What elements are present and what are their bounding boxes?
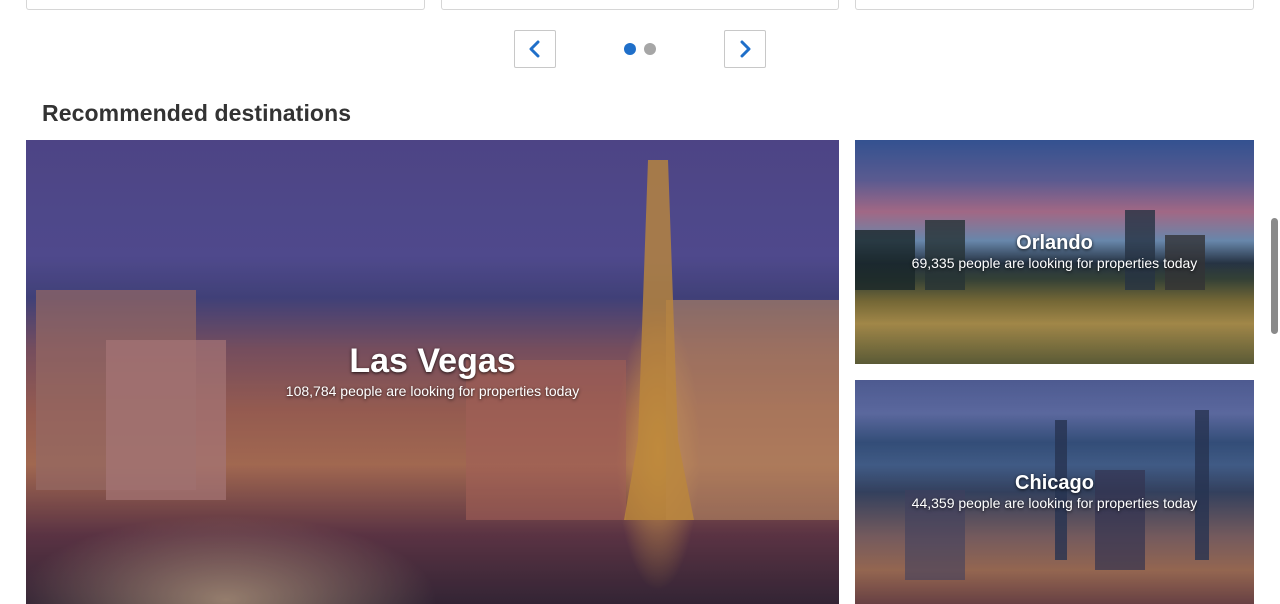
chevron-right-icon — [740, 40, 751, 58]
carousel-dot-1[interactable] — [624, 43, 636, 55]
destination-subtitle: 44,359 people are looking for properties… — [911, 495, 1198, 511]
carousel-next-button[interactable] — [724, 30, 766, 68]
card-stub-1[interactable] — [26, 0, 425, 10]
destination-subtitle: 69,335 people are looking for properties… — [911, 255, 1198, 271]
scrollbar-thumb[interactable] — [1271, 218, 1278, 334]
destination-card-las-vegas[interactable]: Las Vegas 108,784 people are looking for… — [26, 140, 839, 604]
card-stub-2[interactable] — [441, 0, 839, 10]
destination-subtitle: 108,784 people are looking for propertie… — [285, 383, 580, 399]
chicago-caption: Chicago 44,359 people are looking for pr… — [855, 472, 1254, 511]
orlando-caption: Orlando 69,335 people are looking for pr… — [855, 232, 1254, 271]
card-stub-3[interactable] — [855, 0, 1254, 10]
destination-name: Orlando — [1016, 232, 1093, 254]
carousel-dot-2[interactable] — [644, 43, 656, 55]
chevron-left-icon — [529, 40, 540, 58]
destination-card-chicago[interactable]: Chicago 44,359 people are looking for pr… — [855, 380, 1254, 604]
destination-name: Las Vegas — [349, 342, 516, 380]
section-title: Recommended destinations — [42, 100, 352, 126]
las-vegas-caption: Las Vegas 108,784 people are looking for… — [26, 342, 839, 399]
carousel-prev-button[interactable] — [514, 30, 556, 68]
destination-card-orlando[interactable]: Orlando 69,335 people are looking for pr… — [855, 140, 1254, 364]
destination-name: Chicago — [1015, 472, 1094, 494]
